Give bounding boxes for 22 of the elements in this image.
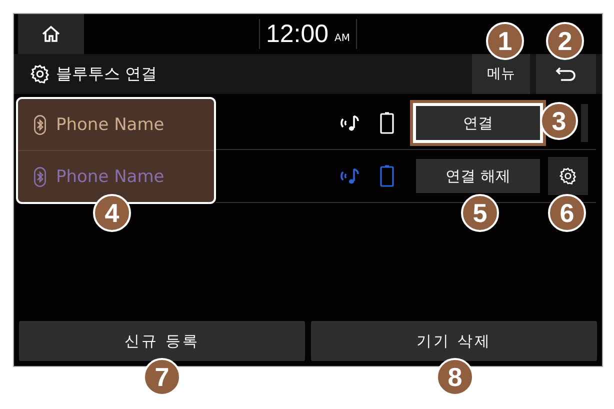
device-settings-button[interactable]	[548, 157, 588, 195]
settings-icon	[30, 64, 50, 84]
disconnect-button[interactable]: 연결 해제	[416, 159, 540, 193]
device-item[interactable]: Phone Name	[18, 99, 214, 150]
home-button[interactable]	[18, 14, 84, 54]
clock-time: 12:00	[266, 20, 329, 48]
screen-title: 블루투스 연결	[56, 64, 158, 84]
menu-button[interactable]: 메뉴	[472, 54, 530, 94]
home-icon	[41, 25, 61, 43]
settings-icon	[559, 167, 577, 185]
connect-button[interactable]: 연결	[416, 106, 540, 140]
register-button[interactable]: 신규 등록	[19, 321, 305, 361]
clock-meridiem: AM	[334, 32, 350, 44]
callout-number: 7	[143, 358, 181, 396]
phone-icon	[380, 165, 394, 187]
bluetooth-icon	[34, 166, 46, 186]
back-button[interactable]	[536, 54, 596, 94]
bluetooth-icon	[34, 114, 46, 134]
callout-number: 8	[436, 358, 474, 396]
back-icon	[555, 66, 577, 82]
phone-icon	[380, 112, 394, 134]
delete-button[interactable]: 기기 삭제	[311, 321, 597, 361]
